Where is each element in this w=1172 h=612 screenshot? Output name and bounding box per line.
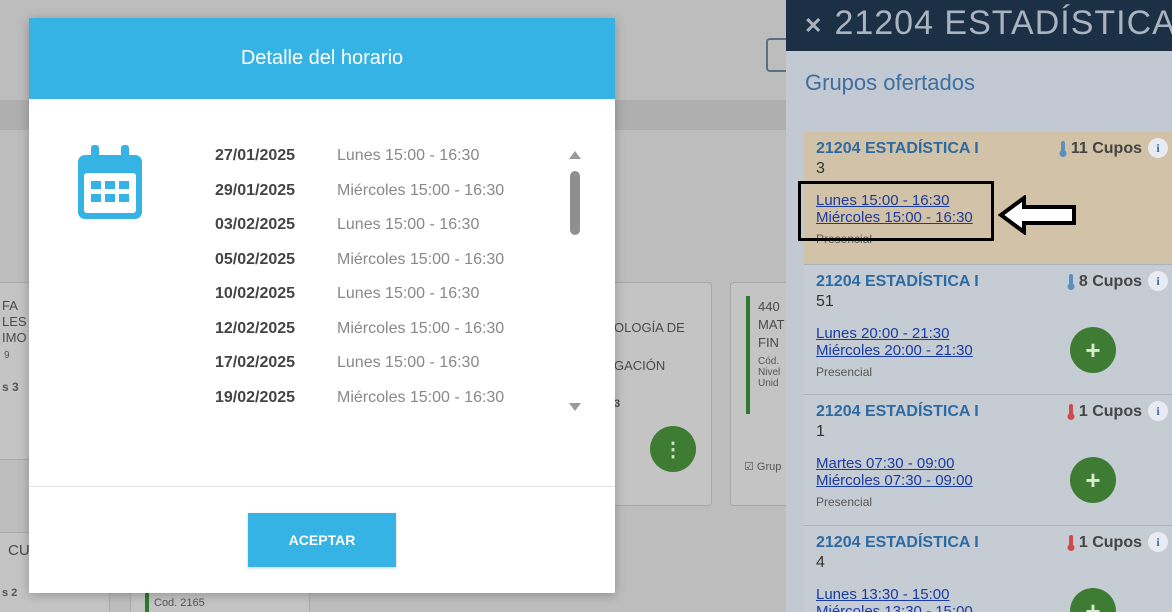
scroll-up-arrow-icon[interactable] xyxy=(569,151,581,159)
schedule-row: 27/01/2025 Lunes 15:00 - 16:30 xyxy=(215,139,555,174)
schedule-list[interactable]: 27/01/2025 Lunes 15:00 - 16:30 29/01/202… xyxy=(215,139,555,436)
group-number: 51 xyxy=(816,293,834,310)
info-icon[interactable]: i xyxy=(1148,401,1168,421)
background-text: Cod. 2165 xyxy=(154,597,205,609)
background-text: 9 xyxy=(4,350,10,361)
thermometer-icon xyxy=(1067,535,1075,551)
background-text: ☑ Grup xyxy=(744,461,782,473)
group-schedule-link[interactable]: Miércoles 20:00 - 21:30 xyxy=(816,342,1172,359)
group-cupos: 8 Cupos xyxy=(1067,273,1142,291)
info-icon[interactable]: i xyxy=(1148,532,1168,552)
schedule-row: 12/02/2025 Miércoles 15:00 - 16:30 xyxy=(215,312,555,347)
background-text: Cód. Nivel Unid xyxy=(758,356,781,389)
thermometer-icon xyxy=(1067,274,1075,290)
annotation-highlight-box xyxy=(798,181,994,241)
background-text: CU xyxy=(8,542,30,559)
schedule-date: 19/02/2025 xyxy=(215,388,296,406)
group-schedule-link[interactable]: Miércoles 13:30 - 15:00 xyxy=(816,603,1172,612)
thermometer-icon xyxy=(1059,141,1067,157)
schedule-detail-modal: Detalle del horario 27/01/2025 Lunes 15:… xyxy=(29,18,615,593)
thermometer-icon xyxy=(1067,404,1075,420)
schedule-row: 29/01/2025 Miércoles 15:00 - 16:30 xyxy=(215,174,555,209)
side-panel-subtitle: Grupos ofertados xyxy=(805,70,975,95)
schedule-time: Miércoles 15:00 - 16:30 xyxy=(337,319,505,337)
group-mode: Presencial xyxy=(816,365,873,379)
side-panel-title: 21204 ESTADÍSTICA I xyxy=(834,4,1172,42)
schedule-time: Lunes 15:00 - 16:30 xyxy=(337,354,480,372)
schedule-row: 05/02/2025 Miércoles 15:00 - 16:30 xyxy=(215,243,555,278)
group-card[interactable]: 21204 ESTADÍSTICA I 4 1 Cupos i Lunes 13… xyxy=(804,526,1172,612)
schedule-time: Miércoles 15:00 - 16:30 xyxy=(337,181,505,199)
scroll-thumb[interactable] xyxy=(570,171,580,235)
info-icon[interactable]: i xyxy=(1148,271,1168,291)
schedule-time: Lunes 15:00 - 16:30 xyxy=(337,285,480,303)
background-text: s 2 xyxy=(2,587,18,599)
schedule-scrollbar[interactable] xyxy=(567,151,583,411)
background-accent-bar xyxy=(746,296,750,414)
background-text: s 3 xyxy=(2,380,19,394)
group-number: 3 xyxy=(816,160,825,177)
group-card[interactable]: 21204 ESTADÍSTICA I 1 1 Cupos i Martes 0… xyxy=(804,395,1172,526)
modal-body: 27/01/2025 Lunes 15:00 - 16:30 29/01/202… xyxy=(29,99,615,486)
modal-header: Detalle del horario xyxy=(29,18,615,99)
group-mode: Presencial xyxy=(816,495,873,509)
background-text: GACIÓN xyxy=(614,358,666,373)
calendar-icon xyxy=(78,145,142,219)
schedule-time: Miércoles 15:00 - 16:30 xyxy=(337,388,505,406)
schedule-date: 10/02/2025 xyxy=(215,285,296,303)
group-schedule-link[interactable]: Miércoles 07:30 - 09:00 xyxy=(816,472,1172,489)
background-outline-button xyxy=(766,38,786,72)
schedule-row: 10/02/2025 Lunes 15:00 - 16:30 xyxy=(215,277,555,312)
schedule-time: Lunes 15:00 - 16:30 xyxy=(337,216,480,234)
group-number: 1 xyxy=(816,423,825,440)
schedule-date: 12/02/2025 xyxy=(215,319,296,337)
group-schedule-link[interactable]: Lunes 20:00 - 21:30 xyxy=(816,325,1172,342)
group-number: 4 xyxy=(816,554,825,571)
group-card[interactable]: 21204 ESTADÍSTICA I 51 8 Cupos i Lunes 2… xyxy=(804,265,1172,395)
modal-footer: ACEPTAR xyxy=(29,487,615,593)
modal-title: Detalle del horario xyxy=(240,47,404,69)
add-group-button[interactable]: + xyxy=(1070,457,1116,503)
schedule-date: 27/01/2025 xyxy=(215,147,296,165)
group-cupos: 1 Cupos xyxy=(1067,403,1142,421)
group-cupos: 11 Cupos xyxy=(1059,140,1142,158)
background-accent-bar xyxy=(145,590,149,612)
scroll-down-arrow-icon[interactable] xyxy=(569,403,581,411)
background-card xyxy=(600,282,712,506)
schedule-row: 03/02/2025 Lunes 15:00 - 16:30 xyxy=(215,208,555,243)
group-cupos: 1 Cupos xyxy=(1067,534,1142,552)
schedule-date: 03/02/2025 xyxy=(215,216,296,234)
schedule-row: 17/02/2025 Lunes 15:00 - 16:30 xyxy=(215,346,555,381)
add-group-button[interactable]: + xyxy=(1070,327,1116,373)
schedule-date: 17/02/2025 xyxy=(215,354,296,372)
schedule-time: Lunes 15:00 - 16:30 xyxy=(337,147,480,165)
groups-side-panel: ✕ 21204 ESTADÍSTICA I Grupos ofertados 2… xyxy=(786,0,1172,612)
schedule-row: 19/02/2025 Miércoles 15:00 - 16:30 xyxy=(215,381,555,416)
schedule-date: 29/01/2025 xyxy=(215,181,296,199)
schedule-time: Miércoles 15:00 - 16:30 xyxy=(337,250,505,268)
group-schedule-link[interactable]: Lunes 13:30 - 15:00 xyxy=(816,586,1172,603)
close-icon[interactable]: ✕ xyxy=(804,13,822,39)
accept-button[interactable]: ACEPTAR xyxy=(248,513,396,567)
background-text: FA LES IMO xyxy=(2,298,27,345)
info-icon[interactable]: i xyxy=(1148,138,1168,158)
annotation-arrow-icon xyxy=(998,195,1076,235)
schedule-date: 05/02/2025 xyxy=(215,250,296,268)
background-text: 440 MAT FIN xyxy=(758,299,785,350)
side-panel-header: ✕ 21204 ESTADÍSTICA I xyxy=(786,0,1172,51)
background-text: OLOGÍA DE xyxy=(614,320,685,335)
background-options-button: ⋮ xyxy=(650,426,696,472)
group-schedule-link[interactable]: Martes 07:30 - 09:00 xyxy=(816,455,1172,472)
